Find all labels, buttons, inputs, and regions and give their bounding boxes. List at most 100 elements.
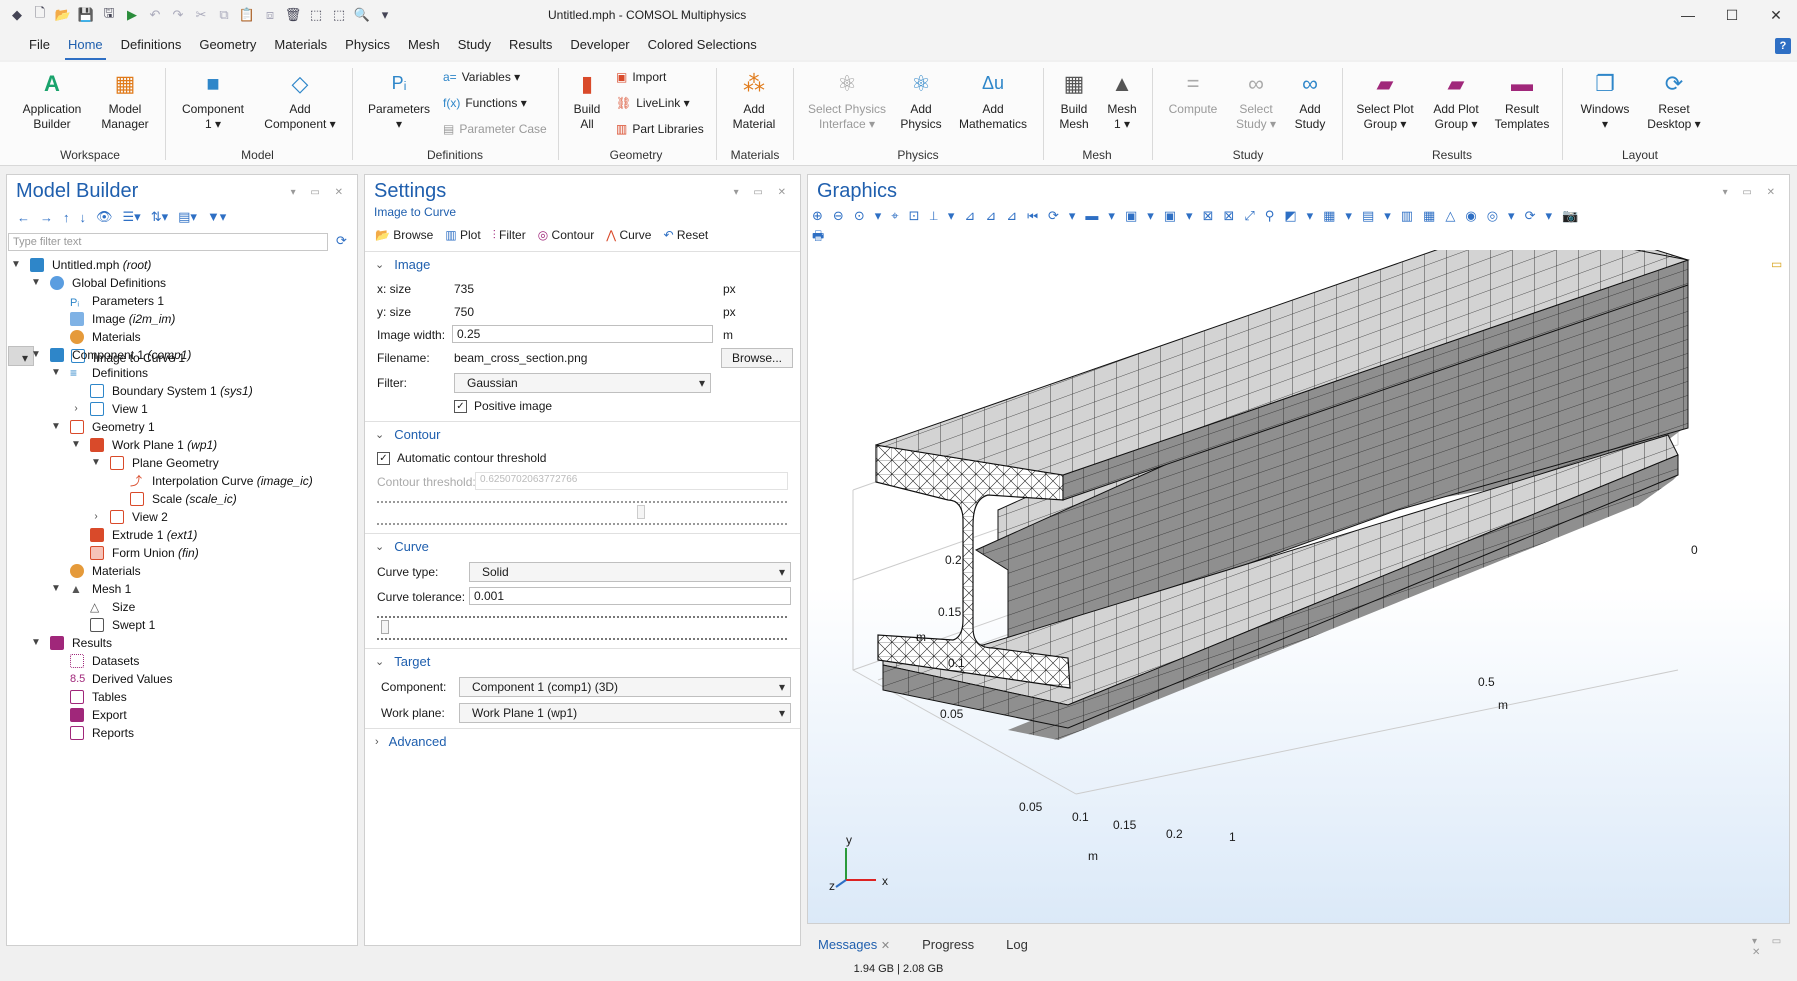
slider-thumb[interactable] bbox=[637, 505, 645, 519]
undo-icon[interactable]: ↶ bbox=[146, 6, 164, 24]
tab-mesh[interactable]: Mesh bbox=[399, 37, 449, 60]
tree-item-export[interactable]: Export bbox=[8, 706, 352, 724]
save-as-icon[interactable]: 🖫 bbox=[100, 5, 118, 24]
maximize-icon[interactable]: ☐ bbox=[1710, 4, 1754, 26]
add-plot-group-button[interactable]: ▰ Add Plot Group ▾ bbox=[1424, 68, 1488, 132]
add-component-button[interactable]: ◇ Add Component ▾ bbox=[258, 68, 342, 132]
section-image[interactable]: ⌄ Image bbox=[365, 251, 800, 277]
open-icon[interactable]: 📂 bbox=[54, 6, 72, 24]
zoom-in-icon[interactable]: ⊕ bbox=[812, 208, 833, 223]
curve-tool[interactable]: ⋀ Curve bbox=[606, 228, 651, 242]
tree-item-results[interactable]: ▼ Results bbox=[8, 634, 352, 652]
find-icon[interactable]: 🔍 bbox=[353, 6, 371, 24]
scene-light-icon[interactable]: ◉ bbox=[1465, 208, 1486, 223]
refresh-filter-icon[interactable]: ⟳ bbox=[336, 233, 347, 249]
tree-item-plane-geometry[interactable]: ▼ Plane Geometry bbox=[8, 454, 352, 472]
view-options-icon[interactable]: ▤▾ bbox=[178, 209, 197, 225]
cut-icon[interactable]: ✂ bbox=[192, 6, 210, 24]
select-plot-group-button[interactable]: ▰ Select Plot Group ▾ bbox=[1352, 68, 1418, 132]
back-icon[interactable]: ← bbox=[17, 210, 30, 225]
tree-item-size[interactable]: △ Size bbox=[8, 598, 352, 616]
select-icon[interactable]: ⬚ bbox=[307, 6, 325, 24]
windows-button[interactable]: ❐ Windows ▾ bbox=[1572, 68, 1638, 132]
filter-select[interactable]: Gaussian bbox=[454, 373, 711, 393]
livelink-button[interactable]: ⛓ LiveLink ▾ bbox=[616, 96, 690, 110]
positive-image-checkbox[interactable]: ✓ bbox=[454, 400, 467, 413]
hide-icon[interactable]: ⤢ bbox=[1244, 208, 1264, 223]
add-material-button[interactable]: ⁂ Add Material bbox=[726, 68, 782, 132]
contour-threshold-slider[interactable] bbox=[365, 493, 800, 533]
mesh-1-button[interactable]: ▲ Mesh 1 ▾ bbox=[1100, 68, 1144, 132]
parameter-case-button[interactable]: ▤ Parameter Case bbox=[443, 122, 547, 136]
beam-3d-view[interactable] bbox=[808, 250, 1788, 915]
settings-dropdown-icon[interactable]: ▼▾ bbox=[207, 209, 226, 225]
close-icon[interactable]: ✕ bbox=[1754, 4, 1797, 26]
section-target[interactable]: ⌄ Target bbox=[365, 648, 800, 674]
minimize-icon[interactable]: — bbox=[1666, 4, 1710, 26]
tree-item-reports[interactable]: Reports bbox=[8, 724, 352, 742]
tree-item-form-union[interactable]: Form Union (fin) bbox=[8, 544, 352, 562]
views-icon[interactable]: ◩▾ bbox=[1284, 208, 1323, 223]
tree-item-datasets[interactable]: Datasets bbox=[8, 652, 352, 670]
tab-file[interactable]: File bbox=[20, 37, 59, 60]
new-file-icon[interactable]: 🗋 bbox=[31, 5, 49, 24]
tree-item-materials[interactable]: Materials bbox=[8, 562, 352, 580]
tree-item-parameters[interactable]: Pᵢ Parameters 1 bbox=[8, 292, 352, 310]
tab-materials[interactable]: Materials bbox=[265, 37, 336, 60]
import-button[interactable]: ▣ Import bbox=[616, 70, 666, 84]
grid-icon[interactable]: ▦ bbox=[1423, 208, 1445, 223]
tree-item-work-plane[interactable]: ▼ Work Plane 1 (wp1) bbox=[8, 436, 352, 454]
zoom-selected-icon[interactable]: ⊡ bbox=[909, 208, 930, 223]
tree-item-derived-values[interactable]: 8.5 Derived Values bbox=[8, 670, 352, 688]
contour-threshold-input[interactable]: 0.6250702063772766 bbox=[475, 472, 788, 490]
expand-icon[interactable]: ☰▾ bbox=[123, 209, 141, 225]
application-builder-button[interactable]: A Application Builder bbox=[18, 68, 86, 132]
redo-icon[interactable]: ↷ bbox=[169, 6, 187, 24]
section-advanced[interactable]: › Advanced bbox=[365, 728, 800, 754]
tree-item-mesh[interactable]: ▼ ▲ Mesh 1 bbox=[8, 580, 352, 598]
curve-tolerance-input[interactable]: 0.001 bbox=[469, 587, 791, 605]
auto-threshold-checkbox[interactable]: ✓ bbox=[377, 452, 390, 465]
tab-definitions[interactable]: Definitions bbox=[112, 37, 191, 60]
close-messages-icon[interactable]: ✕ bbox=[881, 940, 890, 952]
reset-desktop-button[interactable]: ⟳ Reset Desktop ▾ bbox=[1642, 68, 1706, 132]
plot-tool[interactable]: ▥ Plot bbox=[445, 228, 480, 242]
add-physics-button[interactable]: ⚛ Add Physics bbox=[896, 68, 946, 132]
tree-item-image[interactable]: Image (i2m_im) bbox=[8, 310, 352, 328]
contour-tool[interactable]: ◎ Contour bbox=[538, 228, 595, 242]
curve-type-select[interactable]: Solid bbox=[469, 562, 791, 582]
wireframe-icon[interactable]: ▥ bbox=[1401, 208, 1423, 223]
add-mathematics-button[interactable]: Δu Add Mathematics bbox=[952, 68, 1034, 132]
app-icon[interactable]: ◆ bbox=[8, 6, 26, 24]
model-manager-button[interactable]: ▦ Model Manager bbox=[92, 68, 158, 132]
tree-item-global-definitions[interactable]: ▼ Global Definitions bbox=[8, 274, 352, 292]
compute-button[interactable]: = Compute bbox=[1162, 68, 1224, 117]
build-all-button[interactable]: ▮ Build All bbox=[566, 68, 608, 132]
tree-item-geometry[interactable]: ▼ Geometry 1 bbox=[8, 418, 352, 436]
zx-view-icon[interactable]: ⊿ bbox=[1006, 208, 1027, 223]
curve-tolerance-slider[interactable] bbox=[365, 608, 800, 648]
select-boxes-icon[interactable]: ▣▾ bbox=[1164, 208, 1203, 223]
tree-item-boundary-system[interactable]: Boundary System 1 (sys1) bbox=[8, 382, 352, 400]
tab-developer[interactable]: Developer bbox=[561, 37, 638, 60]
variables-button[interactable]: a= Variables ▾ bbox=[443, 70, 520, 84]
tree-item-root[interactable]: ▼ Untitled.mph (root) bbox=[8, 256, 352, 274]
tree-filter-input[interactable]: Type filter text bbox=[8, 233, 328, 251]
tab-progress[interactable]: Progress bbox=[922, 937, 974, 952]
tree-item-view-1[interactable]: › View 1 bbox=[8, 400, 352, 418]
tolerance-slider-thumb[interactable] bbox=[381, 620, 389, 634]
reset-tool[interactable]: ↶ Reset bbox=[663, 228, 708, 242]
xy-view-icon[interactable]: ⊿ bbox=[964, 208, 985, 223]
build-mesh-button[interactable]: ▦ Build Mesh bbox=[1052, 68, 1096, 132]
yz-view-icon[interactable]: ⊿ bbox=[985, 208, 1006, 223]
copy-icon[interactable]: ⧉ bbox=[215, 6, 233, 24]
part-libraries-button[interactable]: ▥ Part Libraries bbox=[616, 122, 704, 136]
select-objects-icon[interactable]: ▬▾ bbox=[1085, 208, 1125, 223]
duplicate-icon[interactable]: ⧈ bbox=[261, 6, 279, 24]
deselect-icon[interactable]: ⬚ bbox=[330, 6, 348, 24]
camera-settings-icon[interactable]: ◎▾ bbox=[1487, 208, 1525, 223]
select-study-button[interactable]: ∞ Select Study ▾ bbox=[1228, 68, 1284, 132]
filter-tool[interactable]: ⫶ Filter bbox=[493, 228, 526, 243]
tab-messages[interactable]: Messages ✕ bbox=[818, 937, 890, 952]
rotate-icon[interactable]: ⟳▾ bbox=[1048, 208, 1085, 223]
